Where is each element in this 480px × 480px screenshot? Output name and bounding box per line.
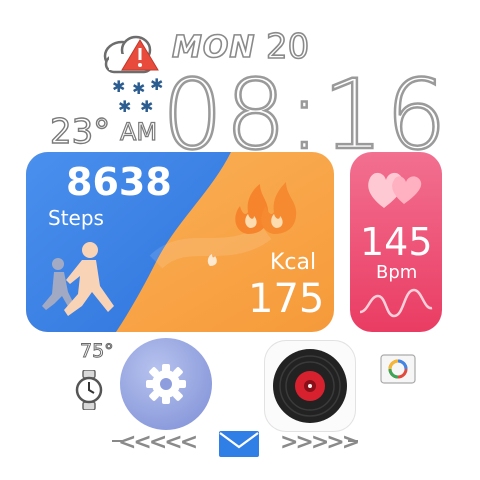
photo-icon[interactable] [380,354,416,384]
heart-rate-card[interactable]: 145 Bpm [350,152,442,332]
activity-card[interactable]: 8638 Steps Kcal 175 [26,152,334,332]
heart-rate-value: 145 [360,220,433,264]
flame-calories-icon [235,182,297,234]
weather-snow-warning-icon: ✱ ✱ ✱ ✱ ✱ [103,35,163,116]
watch-icon[interactable] [74,370,104,410]
mail-icon[interactable] [218,430,260,458]
svg-text:✱: ✱ [118,97,131,116]
divider [348,440,358,442]
svg-text:✱: ✱ [112,77,125,96]
flame-small-icon [207,254,217,266]
swipe-left-indicator[interactable]: <<<<< [118,430,198,455]
steps-value: 8638 [66,160,172,204]
am-pm-indicator: AM [119,117,158,146]
pulse-wave-icon [359,288,433,318]
music-record-icon [273,349,347,423]
weather-temperature: 23° [49,111,111,152]
music-player-button[interactable] [264,340,356,432]
kcal-value: 175 [248,276,325,322]
kcal-label: Kcal [270,250,317,275]
steps-label: Steps [48,206,104,230]
swipe-right-indicator[interactable]: >>>>> [280,430,360,455]
battery-temperature: 75° [80,340,115,363]
runner-icon [42,242,114,316]
settings-button[interactable] [120,338,212,430]
settings-icon [146,364,186,404]
heart-rate-unit: Bpm [376,262,418,283]
svg-text:✱: ✱ [132,79,145,98]
hearts-icon [368,172,422,208]
svg-text:✱: ✱ [140,97,153,116]
